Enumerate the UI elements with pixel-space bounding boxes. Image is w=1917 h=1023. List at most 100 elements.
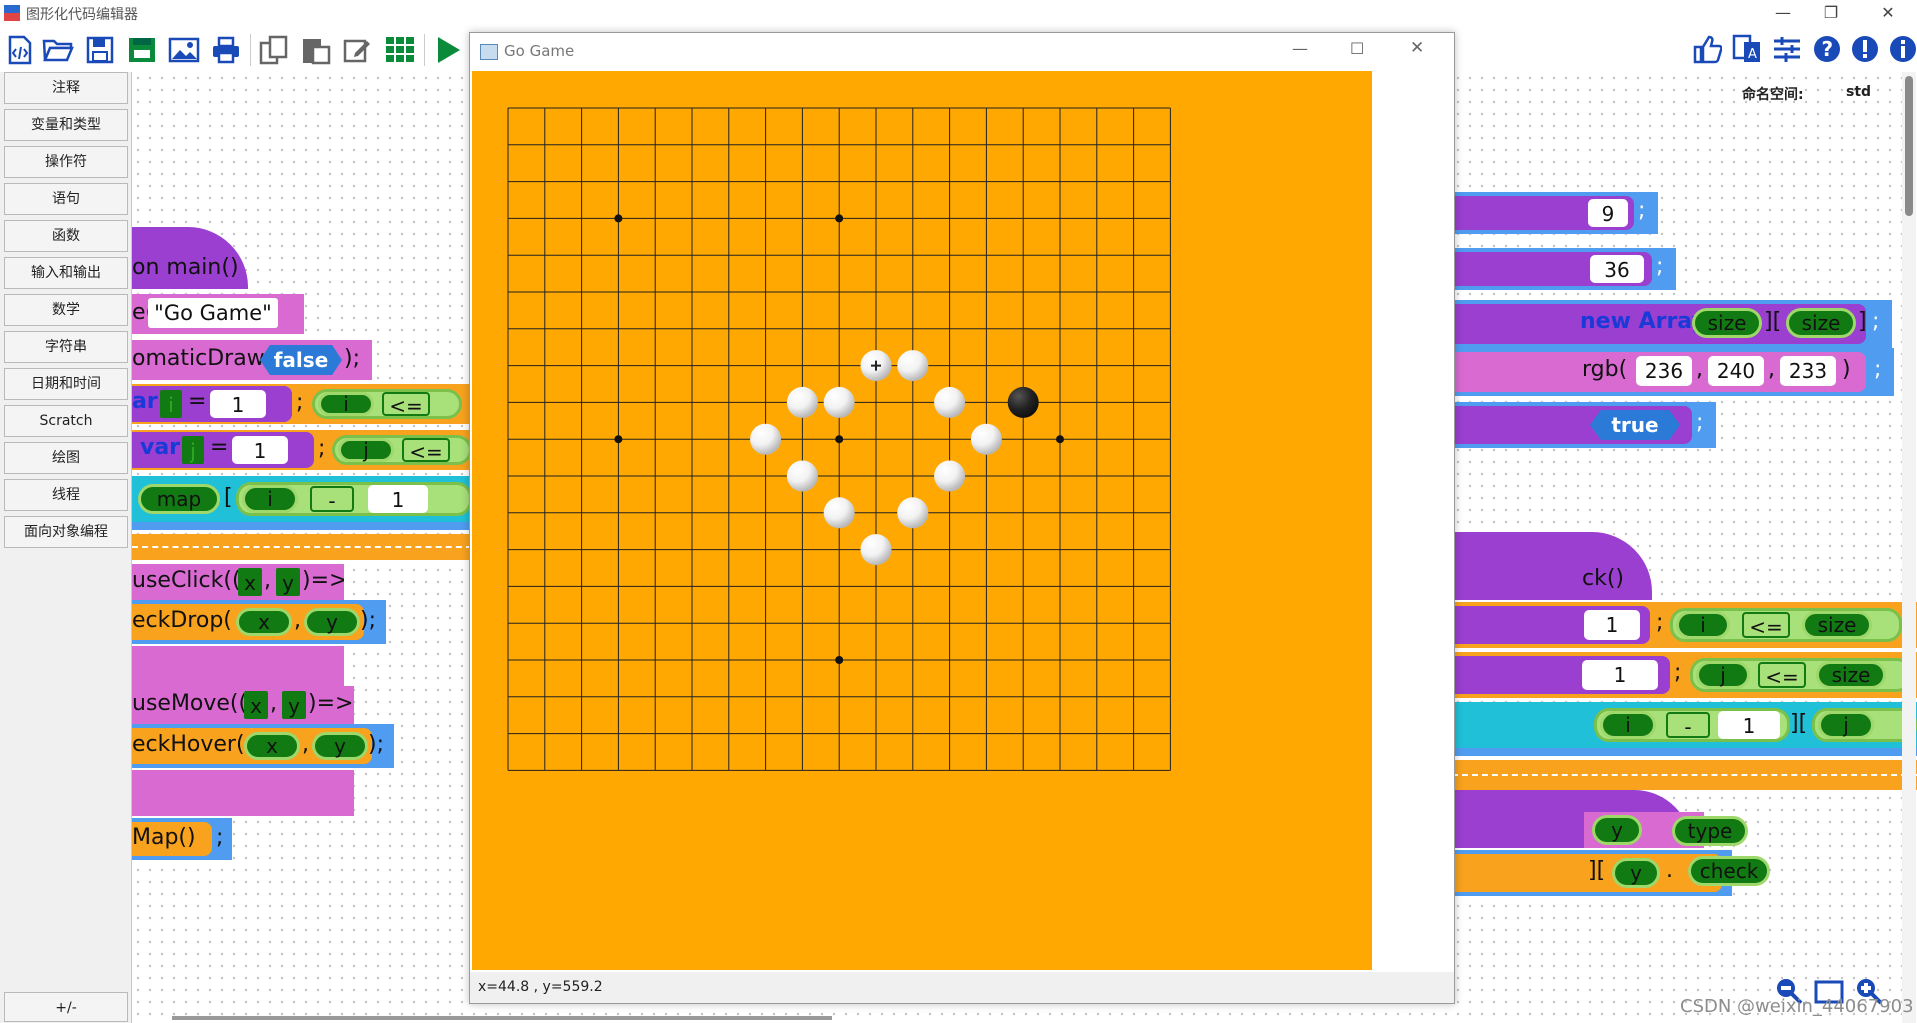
palette-oop[interactable]: 面向对象编程 xyxy=(4,516,128,548)
new-file-icon[interactable] xyxy=(2,32,38,68)
check-drop-block[interactable]: eckDrop( x , y ); xyxy=(132,600,386,644)
game-close-icon[interactable]: ✕ xyxy=(1410,38,1424,58)
palette-datetime[interactable]: 日期和时间 xyxy=(4,368,128,400)
minimize-icon[interactable]: — xyxy=(1760,0,1806,26)
info-icon[interactable] xyxy=(1886,32,1917,66)
palette-comment[interactable]: 注释 xyxy=(4,72,128,104)
white-stone[interactable] xyxy=(934,460,966,492)
check-loop-i-block[interactable]: 1 ; i <= size xyxy=(1452,602,1917,648)
white-stone[interactable] xyxy=(823,497,855,529)
print-icon[interactable] xyxy=(208,32,244,68)
game-maximize-icon[interactable]: ☐ xyxy=(1350,39,1364,58)
var-i-declaration[interactable]: ar i = 1 xyxy=(132,386,292,422)
palette-zoom-toggle[interactable]: +/- xyxy=(4,992,128,1022)
rgb-color-block[interactable]: rgb( 236 , 240 , 233 ) ; xyxy=(1452,348,1894,396)
game-minimize-icon[interactable]: — xyxy=(1292,39,1308,58)
vertical-scrollbar[interactable] xyxy=(1902,72,1916,1023)
game-window-icon xyxy=(480,44,498,60)
white-stone[interactable] xyxy=(823,386,855,418)
white-stone[interactable] xyxy=(786,460,818,492)
check-map-index-block[interactable]: i - 1 ][ j xyxy=(1452,702,1917,748)
game-window-title: Go Game xyxy=(504,42,575,60)
main-function-block[interactable]: on main() xyxy=(132,227,248,289)
set-title-block[interactable]: e( "Go Game" xyxy=(132,294,304,334)
auto-draw-value[interactable]: false xyxy=(260,345,342,375)
restore-icon[interactable]: ❐ xyxy=(1808,0,1854,26)
for-loop-i-block[interactable]: ar i = 1 ; i <= xyxy=(132,384,472,424)
paste-icon[interactable] xyxy=(298,32,334,68)
check-loop-j-block[interactable]: 1 ; j <= size xyxy=(1452,652,1917,698)
open-folder-icon[interactable] xyxy=(40,32,76,68)
white-stone[interactable] xyxy=(750,423,782,455)
white-stone[interactable] xyxy=(860,534,892,566)
loop-end-dash xyxy=(1452,774,1917,776)
const-size-block[interactable]: 9 ; xyxy=(1452,192,1658,234)
star-point xyxy=(835,656,844,664)
go-board[interactable] xyxy=(472,71,1372,970)
run-icon[interactable] xyxy=(430,32,466,68)
save-icon[interactable] xyxy=(82,32,118,68)
loop-end-dash xyxy=(132,546,472,548)
help-icon[interactable]: ? xyxy=(1810,32,1844,66)
draw-map-block[interactable]: Map() ; xyxy=(132,818,232,860)
scrollbar-thumb[interactable] xyxy=(1905,76,1913,216)
block-divider xyxy=(132,522,472,530)
game-status-bar: x=44.8 , y=559.2 xyxy=(470,972,1454,1003)
toolbar-separator xyxy=(250,34,251,66)
palette-variables[interactable]: 变量和类型 xyxy=(4,109,128,141)
star-point xyxy=(835,214,844,223)
mouse-click-block[interactable]: useClick(( x , y )=> xyxy=(132,564,344,600)
white-stone[interactable] xyxy=(786,386,818,418)
check-hover-block[interactable]: eckHover( x , y ); xyxy=(132,724,394,768)
black-stone[interactable] xyxy=(1007,386,1039,418)
palette-drawing[interactable]: 绘图 xyxy=(4,442,128,474)
namespace-value[interactable]: std xyxy=(1846,84,1871,100)
for-loop-j-block[interactable]: var j = 1 ; j <= xyxy=(132,430,472,470)
app-title-bar: 图形化代码编辑器 — ❐ ✕ xyxy=(0,0,1917,26)
copy-icon[interactable] xyxy=(256,32,292,68)
go-board-svg[interactable] xyxy=(472,71,1372,970)
palette-scratch[interactable]: Scratch xyxy=(4,405,128,437)
palette-functions[interactable]: 函数 xyxy=(4,220,128,252)
toolbar-separator xyxy=(424,34,425,66)
close-icon[interactable]: ✕ xyxy=(1865,0,1911,26)
palette-threads[interactable]: 线程 xyxy=(4,479,128,511)
grid-icon[interactable] xyxy=(382,32,418,68)
automatic-draw-block[interactable]: omaticDraw( false ); xyxy=(132,340,372,380)
palette-statements[interactable]: 语句 xyxy=(4,183,128,215)
mouse-click-body xyxy=(132,646,344,686)
game-window[interactable]: Go Game — ☐ ✕ x=44.8 , y=559.2 xyxy=(469,32,1455,1004)
mouse-move-block[interactable]: useMove(( x , y )=> xyxy=(132,686,354,724)
palette-strings[interactable]: 字符串 xyxy=(4,331,128,363)
edit-icon[interactable] xyxy=(340,32,376,68)
cursor-coordinates: x=44.8 , y=559.2 xyxy=(478,979,603,995)
svg-text:A: A xyxy=(1748,47,1757,62)
new-array-block[interactable]: new Array[ size ][ size ] ; xyxy=(1452,300,1892,348)
white-stone[interactable] xyxy=(897,497,929,529)
app-icon xyxy=(4,5,20,21)
alert-icon[interactable] xyxy=(1848,32,1882,66)
white-stone[interactable] xyxy=(970,423,1002,455)
white-stone[interactable] xyxy=(934,386,966,418)
image-icon[interactable] xyxy=(166,32,202,68)
check-function-block[interactable]: ck() xyxy=(1452,532,1652,600)
app-title: 图形化代码编辑器 xyxy=(26,7,138,23)
horizontal-scrollbar[interactable] xyxy=(172,1016,832,1020)
var-j-declaration[interactable]: var j = 1 xyxy=(132,432,314,468)
palette-io[interactable]: 输入和输出 xyxy=(4,257,128,289)
title-string-value[interactable]: "Go Game" xyxy=(148,298,278,328)
game-window-titlebar[interactable]: Go Game — ☐ ✕ xyxy=(470,33,1454,69)
const-cell-block[interactable]: 36 ; xyxy=(1452,248,1676,290)
map-index-block[interactable]: map [ i - 1 xyxy=(132,476,472,522)
translate-icon[interactable]: A xyxy=(1730,32,1764,66)
palette-operators[interactable]: 操作符 xyxy=(4,146,128,178)
true-flag-block[interactable]: true ; xyxy=(1452,402,1716,448)
palette-math[interactable]: 数学 xyxy=(4,294,128,326)
block-palette: 注释 变量和类型 操作符 语句 函数 输入和输出 数学 字符串 日期和时间 Sc… xyxy=(0,72,132,1023)
save-as-icon[interactable] xyxy=(124,32,160,68)
thumbs-up-icon[interactable] xyxy=(1690,32,1724,66)
white-stone[interactable] xyxy=(897,350,929,382)
namespace-label: 命名空间: xyxy=(1742,87,1804,103)
star-point xyxy=(835,435,844,444)
settings-icon[interactable] xyxy=(1770,32,1804,66)
